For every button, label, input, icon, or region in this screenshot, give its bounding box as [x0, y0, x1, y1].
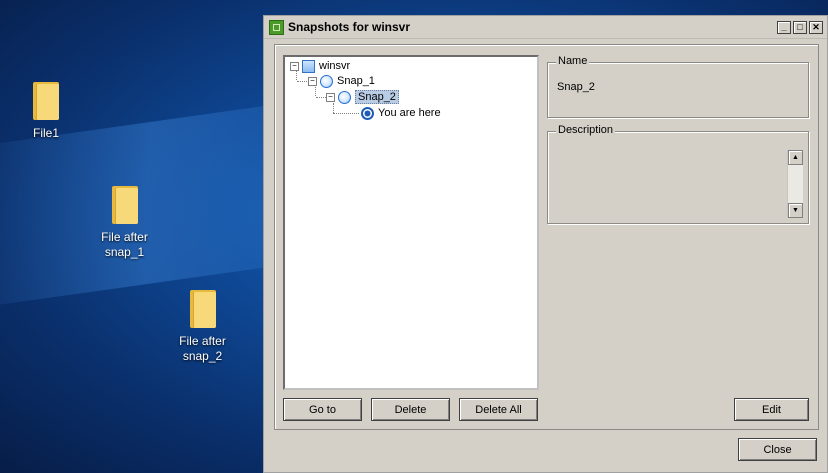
- snapshot-name-value: Snap_2: [557, 81, 595, 93]
- tree-item-label: You are here: [378, 107, 441, 119]
- desktop-icon-file1[interactable]: File1: [1, 82, 91, 141]
- tree-connector: [316, 97, 326, 98]
- scroll-down-icon[interactable]: ▼: [788, 203, 803, 218]
- desktop-icon-label: File1: [32, 126, 59, 140]
- close-window-button[interactable]: ✕: [809, 20, 823, 34]
- snapshot-icon: [338, 90, 351, 104]
- scroll-up-icon[interactable]: ▲: [788, 150, 803, 165]
- name-label: Name: [556, 55, 590, 67]
- snapshot-icon: [320, 74, 333, 88]
- description-group: Description ▲ ▼: [547, 124, 809, 224]
- tree-item-you-are-here[interactable]: You are here: [361, 106, 441, 120]
- folder-icon: [33, 82, 59, 120]
- collapse-toggle[interactable]: −: [326, 92, 335, 102]
- tree-item-snap2[interactable]: − Snap_2: [326, 90, 399, 104]
- tree-item-snap1[interactable]: − Snap_1: [308, 74, 375, 88]
- snapshot-panel: − winsvr − Snap_1 − Snap_2 You are here …: [274, 44, 819, 430]
- name-group: Name Snap_2: [547, 55, 809, 118]
- vsphere-app-icon: [269, 19, 284, 35]
- delete-button[interactable]: Delete: [371, 398, 450, 421]
- desktop-icon-label: File after snap_2: [179, 334, 226, 363]
- close-button[interactable]: Close: [738, 438, 817, 461]
- collapse-toggle[interactable]: −: [290, 61, 299, 71]
- collapse-toggle[interactable]: −: [308, 76, 317, 86]
- description-label: Description: [556, 124, 616, 136]
- title-bar[interactable]: Snapshots for winsvr _ □ ✕: [264, 16, 827, 39]
- maximize-button[interactable]: □: [793, 20, 807, 34]
- window-title: Snapshots for winsvr: [288, 20, 411, 34]
- snapshot-tree[interactable]: − winsvr − Snap_1 − Snap_2 You are here: [283, 55, 539, 390]
- delete-all-button[interactable]: Delete All: [459, 398, 538, 421]
- folder-icon: [111, 186, 138, 224]
- go-to-button[interactable]: Go to: [283, 398, 362, 421]
- tree-connector: [333, 113, 359, 114]
- desktop-icon-file-after-snap1[interactable]: File after snap_1: [77, 186, 172, 260]
- tree-item-label: Snap_1: [337, 75, 375, 87]
- snapshots-window: Snapshots for winsvr _ □ ✕ − winsvr − Sn…: [263, 15, 828, 473]
- minimize-button[interactable]: _: [777, 20, 791, 34]
- tree-connector: [315, 87, 316, 96]
- tree-connector: [333, 103, 334, 113]
- tree-item-winsvr[interactable]: − winsvr: [290, 59, 350, 73]
- folder-icon: [189, 290, 216, 328]
- desktop-icon-label: File after snap_1: [101, 230, 148, 259]
- description-scrollbar[interactable]: ▲ ▼: [787, 150, 803, 218]
- virtual-machine-icon: [302, 59, 315, 73]
- desktop-icon-file-after-snap2[interactable]: File after snap_2: [155, 290, 250, 364]
- tree-item-label: Snap_2: [355, 90, 399, 104]
- current-state-icon: [361, 106, 374, 120]
- edit-button[interactable]: Edit: [734, 398, 809, 421]
- tree-item-label: winsvr: [319, 60, 351, 72]
